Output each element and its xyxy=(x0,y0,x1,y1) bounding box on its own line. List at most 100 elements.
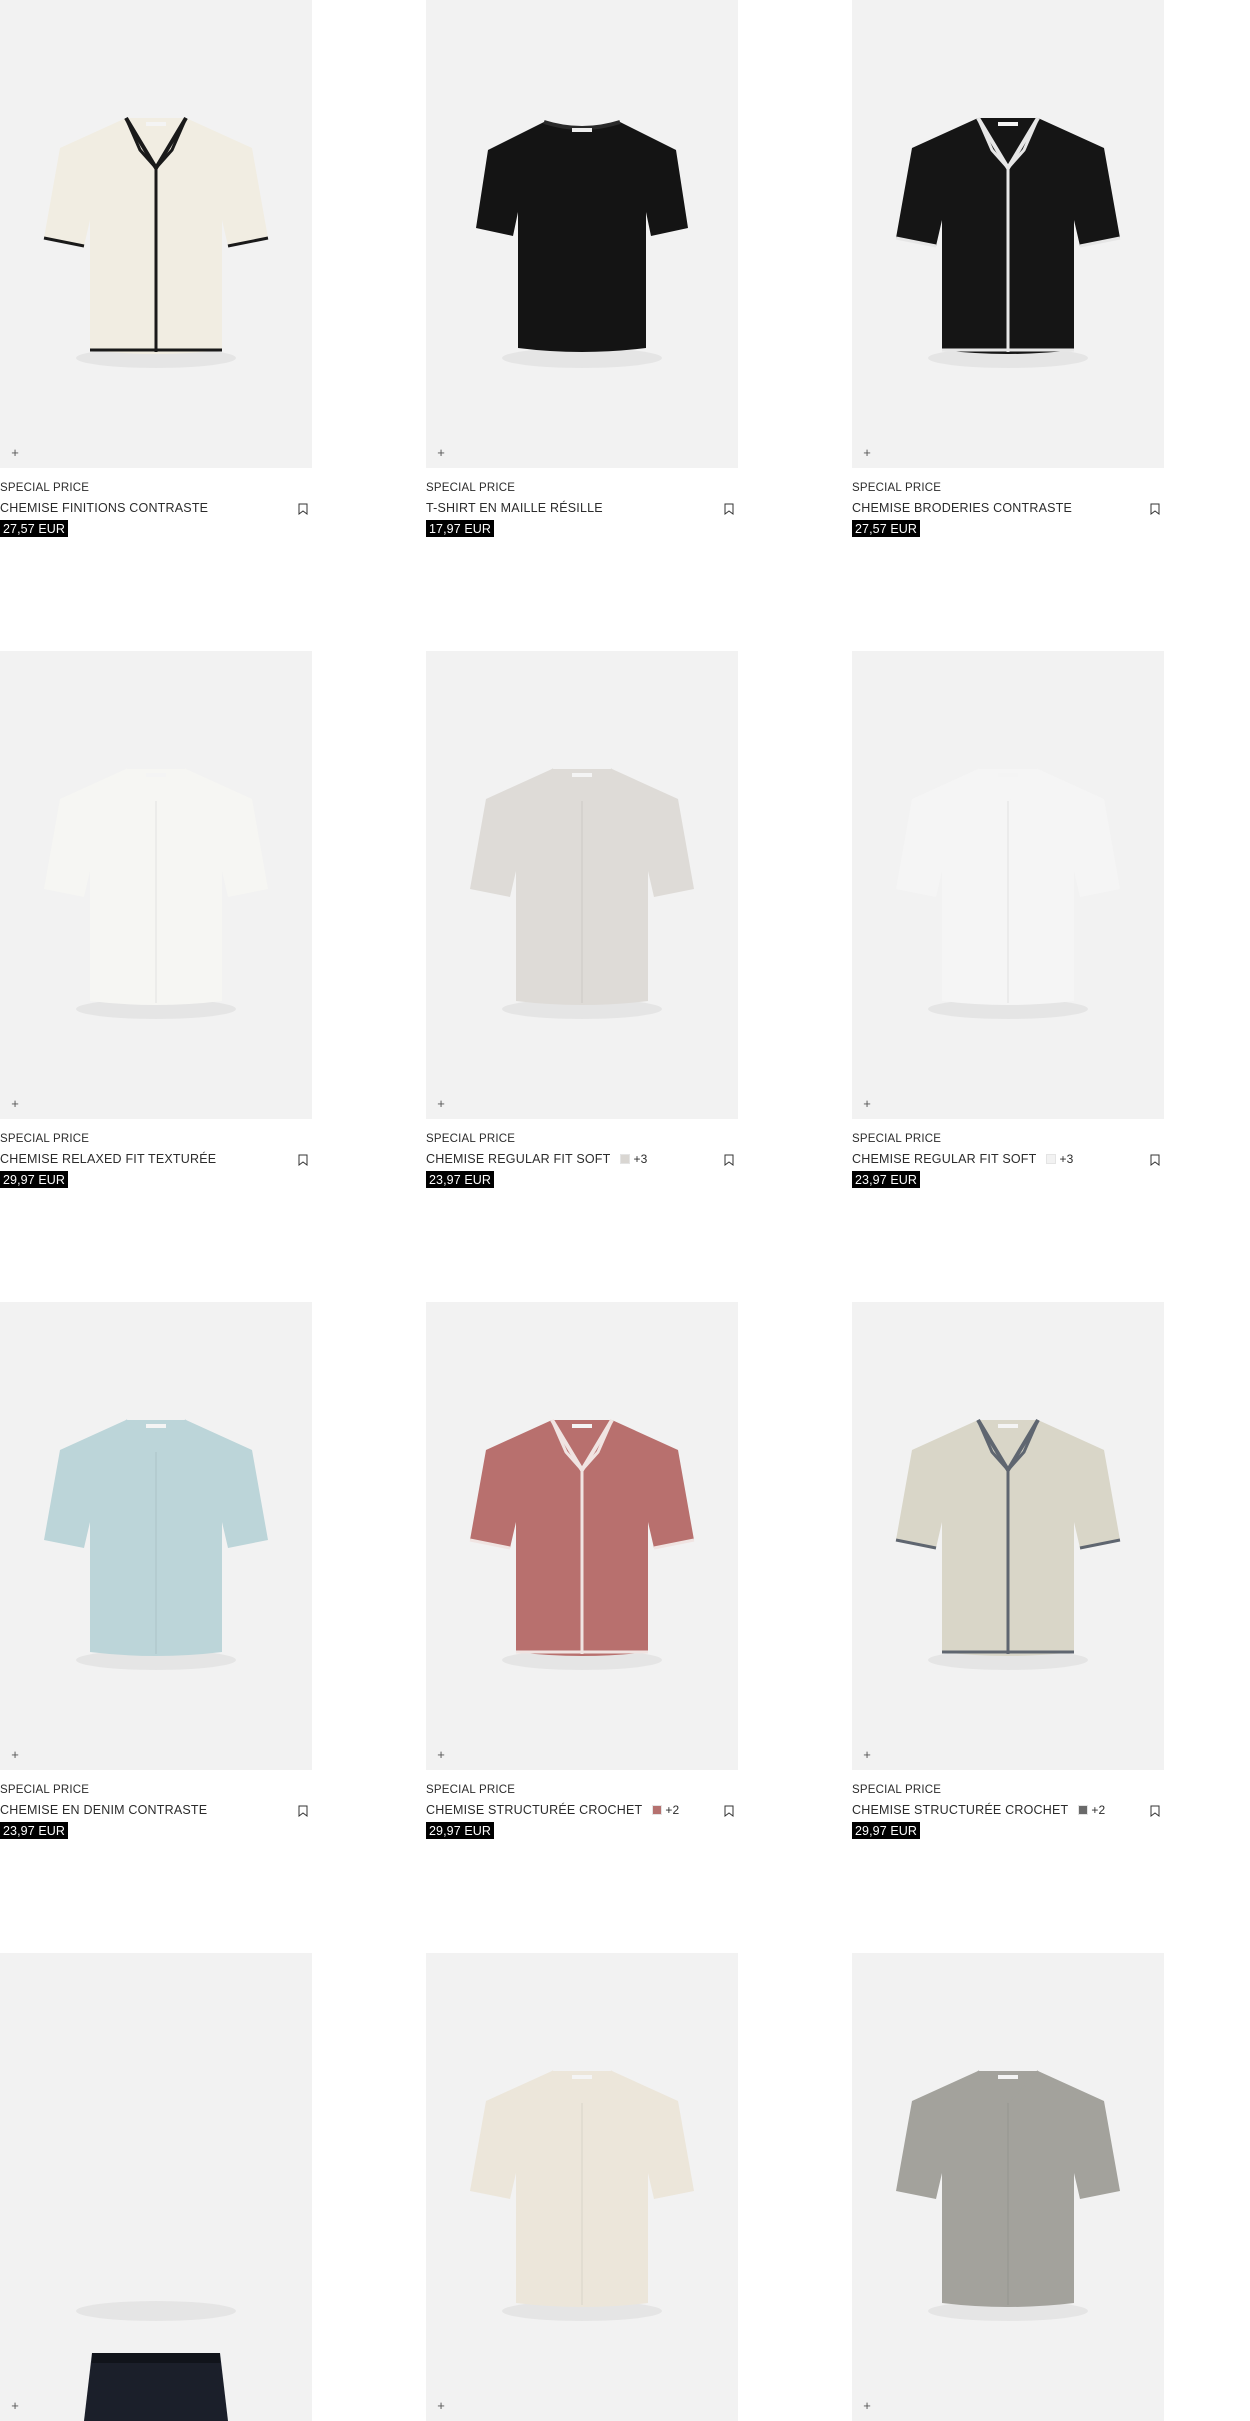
quick-add-plus-icon[interactable]: + xyxy=(8,1748,22,1762)
quick-add-plus-icon[interactable]: + xyxy=(8,1097,22,1111)
product-card[interactable]: + xyxy=(0,1953,312,2421)
product-name-text: CHEMISE FINITIONS CONTRASTE xyxy=(0,501,209,515)
product-image xyxy=(43,116,269,368)
product-image-link[interactable]: + xyxy=(852,1953,1164,2421)
quick-add-plus-icon[interactable]: + xyxy=(8,446,22,460)
product-price: 27,57 EUR xyxy=(0,520,69,537)
product-name-text: CHEMISE REGULAR FIT SOFT xyxy=(852,1152,1037,1166)
product-card[interactable]: + SPECIAL PRICE T-SHIRT EN MAILLE RÉSILLE 1… xyxy=(426,0,738,537)
bookmark-icon[interactable] xyxy=(724,1805,734,1817)
product-image-link[interactable]: + xyxy=(0,0,312,468)
product-card[interactable]: + SPECIAL PRICE CHEMISE REGULAR FIT SOFT +3… xyxy=(852,651,1164,1188)
quick-add-plus-icon[interactable]: + xyxy=(860,2399,874,2413)
product-info: SPECIAL PRICE CHEMISE EN DENIM CONTRASTE 2… xyxy=(0,1770,312,1839)
product-price: 23,97 EUR xyxy=(0,1822,69,1839)
bookmark-icon[interactable] xyxy=(1150,1805,1160,1817)
more-colors-count[interactable]: +3 xyxy=(1059,1152,1073,1166)
bookmark-icon[interactable] xyxy=(1150,1154,1160,1166)
bookmark-icon[interactable] xyxy=(724,1154,734,1166)
product-image xyxy=(470,768,694,1019)
product-name-text: CHEMISE RELAXED FIT TEXTURÉE xyxy=(0,1152,217,1166)
product-image xyxy=(895,1418,1121,1670)
product-price: 23,97 EUR xyxy=(426,1171,495,1188)
product-image-link[interactable]: + xyxy=(426,1302,738,1770)
product-image xyxy=(476,120,688,368)
product-name-text: CHEMISE BRODERIES CONTRASTE xyxy=(852,501,1073,515)
more-colors-count[interactable]: +2 xyxy=(665,1803,679,1817)
product-card[interactable]: + SPECIAL PRICE CHEMISE REGULAR FIT SOFT +3… xyxy=(426,651,738,1188)
product-name-text: CHEMISE EN DENIM CONTRASTE xyxy=(0,1803,208,1817)
product-info: SPECIAL PRICE CHEMISE RELAXED FIT TEXTURÉ… xyxy=(0,1119,312,1188)
product-name-text: T-SHIRT EN MAILLE RÉSILLE xyxy=(426,501,603,515)
product-card[interactable]: + SPECIAL PRICE CHEMISE EN DENIM CONTRASTE… xyxy=(0,1302,312,1839)
bookmark-icon[interactable] xyxy=(298,1154,308,1166)
quick-add-plus-icon[interactable]: + xyxy=(434,1097,448,1111)
product-image-link[interactable]: + xyxy=(852,1302,1164,1770)
product-name[interactable]: CHEMISE BRODERIES CONTRASTE xyxy=(852,501,1072,515)
product-name[interactable]: CHEMISE RELAXED FIT TEXTURÉE xyxy=(0,1152,216,1166)
product-card[interactable]: + SPECIAL PRICE CHEMISE FINITIONS CONTRAST… xyxy=(0,0,312,537)
product-grid: + SPECIAL PRICE CHEMISE FINITIONS CONTRAST… xyxy=(0,0,1250,2421)
product-image xyxy=(44,1419,268,1670)
product-name[interactable]: CHEMISE FINITIONS CONTRASTE xyxy=(0,501,208,515)
special-price-tag: SPECIAL PRICE xyxy=(426,1784,516,1796)
product-price: 29,97 EUR xyxy=(852,1822,921,1839)
color-swatch[interactable] xyxy=(620,1154,631,1164)
more-colors-count[interactable]: +2 xyxy=(1091,1803,1105,1817)
quick-add-plus-icon[interactable]: + xyxy=(860,1748,874,1762)
product-image-link[interactable]: + xyxy=(852,0,1164,468)
product-image-link[interactable]: + xyxy=(426,651,738,1119)
bookmark-icon[interactable] xyxy=(298,503,308,515)
product-card[interactable]: + xyxy=(426,1953,738,2421)
product-image-link[interactable]: + xyxy=(0,651,312,1119)
product-image-link[interactable]: + xyxy=(426,1953,738,2421)
quick-add-plus-icon[interactable]: + xyxy=(860,446,874,460)
quick-add-plus-icon[interactable]: + xyxy=(434,2399,448,2413)
product-card[interactable]: + SPECIAL PRICE CHEMISE BRODERIES CONTRAST… xyxy=(852,0,1164,537)
product-info: SPECIAL PRICE CHEMISE STRUCTURÉE CROCHET +… xyxy=(852,1770,1164,1839)
product-name[interactable]: T-SHIRT EN MAILLE RÉSILLE xyxy=(426,501,603,515)
color-swatch[interactable] xyxy=(652,1805,663,1815)
product-name[interactable]: CHEMISE STRUCTURÉE CROCHET +2 xyxy=(852,1803,1105,1817)
product-image-link[interactable]: + xyxy=(852,651,1164,1119)
product-name[interactable]: CHEMISE REGULAR FIT SOFT +3 xyxy=(852,1152,1074,1166)
product-info: SPECIAL PRICE CHEMISE REGULAR FIT SOFT +3 2… xyxy=(852,1119,1164,1188)
special-price-tag: SPECIAL PRICE xyxy=(852,482,942,494)
product-card[interactable]: + xyxy=(852,1953,1164,2421)
product-price: 29,97 EUR xyxy=(426,1822,495,1839)
product-image xyxy=(896,768,1120,1019)
color-swatch[interactable] xyxy=(1046,1154,1057,1164)
product-name[interactable]: CHEMISE EN DENIM CONTRASTE xyxy=(0,1803,207,1817)
product-image-link[interactable]: + xyxy=(0,1953,312,2421)
product-image xyxy=(44,768,268,1019)
product-card[interactable]: + SPECIAL PRICE CHEMISE STRUCTURÉE CROCHET… xyxy=(426,1302,738,1839)
color-swatch[interactable] xyxy=(1078,1805,1089,1815)
product-info: SPECIAL PRICE CHEMISE BRODERIES CONTRASTE… xyxy=(852,468,1164,537)
more-colors-count[interactable]: +3 xyxy=(633,1152,647,1166)
product-name-text: CHEMISE REGULAR FIT SOFT xyxy=(426,1152,611,1166)
product-info: SPECIAL PRICE CHEMISE FINITIONS CONTRASTE… xyxy=(0,468,312,537)
product-card[interactable]: + SPECIAL PRICE CHEMISE RELAXED FIT TEXTUR… xyxy=(0,651,312,1188)
product-image-link[interactable]: + xyxy=(0,1302,312,1770)
bookmark-icon[interactable] xyxy=(1150,503,1160,515)
product-name[interactable]: CHEMISE REGULAR FIT SOFT +3 xyxy=(426,1152,648,1166)
product-image xyxy=(76,2301,236,2421)
product-image-link[interactable]: + xyxy=(426,0,738,468)
product-name-text: CHEMISE STRUCTURÉE CROCHET xyxy=(852,1803,1069,1817)
product-image xyxy=(469,1418,695,1670)
special-price-tag: SPECIAL PRICE xyxy=(426,1133,516,1145)
special-price-tag: SPECIAL PRICE xyxy=(852,1784,942,1796)
product-image xyxy=(470,2070,694,2321)
quick-add-plus-icon[interactable]: + xyxy=(434,446,448,460)
quick-add-plus-icon[interactable]: + xyxy=(8,2399,22,2413)
product-name[interactable]: CHEMISE STRUCTURÉE CROCHET +2 xyxy=(426,1803,679,1817)
quick-add-plus-icon[interactable]: + xyxy=(860,1097,874,1111)
bookmark-icon[interactable] xyxy=(298,1805,308,1817)
bookmark-icon[interactable] xyxy=(724,503,734,515)
product-card[interactable]: + SPECIAL PRICE CHEMISE STRUCTURÉE CROCHET… xyxy=(852,1302,1164,1839)
special-price-tag: SPECIAL PRICE xyxy=(0,1784,90,1796)
quick-add-plus-icon[interactable]: + xyxy=(434,1748,448,1762)
special-price-tag: SPECIAL PRICE xyxy=(0,1133,90,1145)
product-info: SPECIAL PRICE T-SHIRT EN MAILLE RÉSILLE 17… xyxy=(426,468,738,537)
product-price: 23,97 EUR xyxy=(852,1171,921,1188)
